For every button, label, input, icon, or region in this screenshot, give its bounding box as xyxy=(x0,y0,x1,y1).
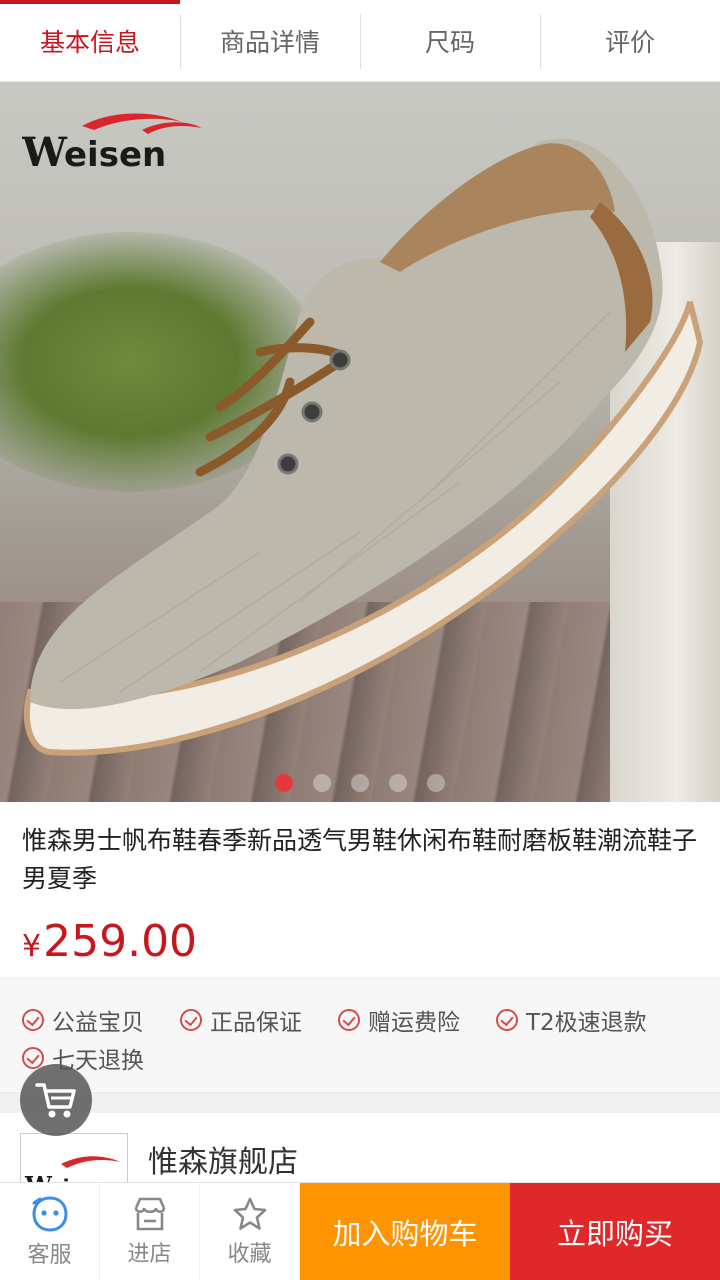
carousel-dot[interactable] xyxy=(275,774,293,792)
favorite-label: 收藏 xyxy=(227,1241,272,1267)
enter-store-button[interactable]: 进店 xyxy=(100,1183,200,1280)
service-guarantees: 公益宝贝 正品保证 赠运费险 T2极速退款 七天退换 xyxy=(0,978,720,1093)
service-label: 赠运费险 xyxy=(368,1010,460,1036)
service-label: T2极速退款 xyxy=(526,1010,647,1036)
tab-basic-info[interactable]: 基本信息 xyxy=(0,0,180,81)
service-item: 赠运费险 xyxy=(338,1001,496,1039)
service-label: 公益宝贝 xyxy=(52,1010,144,1036)
chat-face-icon xyxy=(31,1195,68,1232)
section-divider xyxy=(0,1093,720,1113)
carousel-dot[interactable] xyxy=(389,774,407,792)
tab-size[interactable]: 尺码 xyxy=(360,0,540,81)
check-circle-icon xyxy=(22,1047,44,1069)
customer-service-button[interactable]: 客服 xyxy=(0,1183,100,1280)
buy-now-button[interactable]: 立即购买 xyxy=(510,1183,720,1280)
carousel-dot[interactable] xyxy=(427,774,445,792)
product-title: 惟森男士帆布鞋春季新品透气男鞋休闲布鞋耐磨板鞋潮流鞋子男夏季 xyxy=(22,826,698,893)
carousel-indicators xyxy=(0,774,720,792)
store-name[interactable]: 惟森旗舰店 xyxy=(148,1137,298,1181)
product-shoe-image xyxy=(23,138,704,756)
check-circle-icon xyxy=(338,1009,360,1031)
carousel-dot[interactable] xyxy=(313,774,331,792)
service-label: 正品保证 xyxy=(210,1010,302,1036)
product-price: ¥259.00 xyxy=(22,914,197,975)
service-item: 正品保证 xyxy=(180,1001,338,1039)
shopping-cart-icon xyxy=(35,1083,76,1118)
tab-reviews[interactable]: 评价 xyxy=(540,0,720,81)
check-circle-icon xyxy=(496,1009,518,1031)
tab-product-details[interactable]: 商品详情 xyxy=(180,0,360,81)
product-image-carousel[interactable]: W eisen xyxy=(0,82,720,802)
svg-text:eisen: eisen xyxy=(64,135,166,174)
add-to-cart-button[interactable]: 加入购物车 xyxy=(300,1183,510,1280)
service-item: 公益宝贝 xyxy=(22,1001,180,1039)
customer-service-label: 客服 xyxy=(27,1242,72,1268)
favorite-button[interactable]: 收藏 xyxy=(200,1183,300,1280)
check-circle-icon xyxy=(22,1009,44,1031)
enter-store-label: 进店 xyxy=(127,1241,172,1267)
store-section[interactable]: W eisen 惟森旗舰店 xyxy=(0,1113,720,1203)
svg-text:W: W xyxy=(22,129,68,174)
bottom-action-bar: 客服 进店 收藏 加入购物车 立即购买 xyxy=(0,1182,720,1280)
star-icon xyxy=(233,1197,266,1230)
price-value: 259.00 xyxy=(43,916,198,967)
floating-cart-button[interactable] xyxy=(20,1064,92,1136)
top-tab-bar: 基本信息 商品详情 尺码 评价 xyxy=(0,0,720,82)
check-circle-icon xyxy=(180,1009,202,1031)
service-item: T2极速退款 xyxy=(496,1001,676,1039)
carousel-dot[interactable] xyxy=(351,774,369,792)
currency-symbol: ¥ xyxy=(22,929,42,964)
store-icon xyxy=(134,1197,165,1230)
